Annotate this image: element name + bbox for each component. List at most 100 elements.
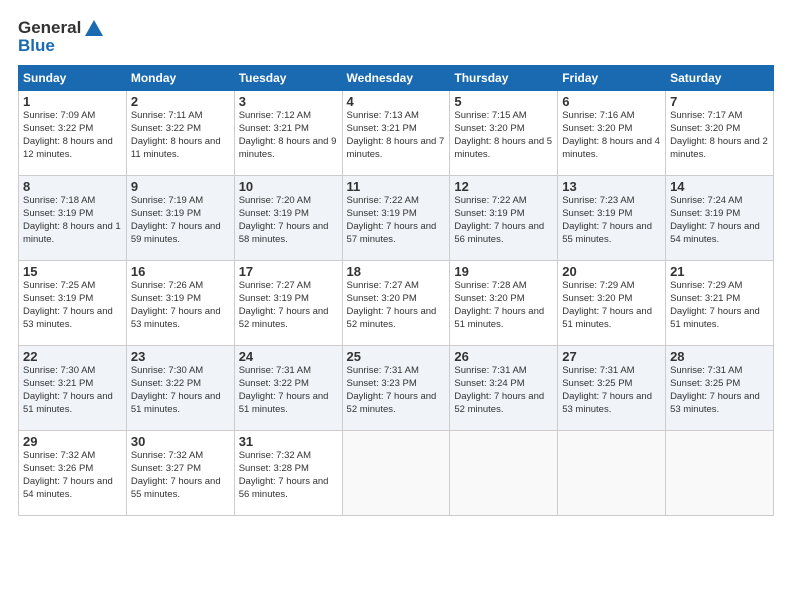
sunrise-text: Sunrise: 7:18 AM: [23, 195, 95, 206]
sunset-text: Sunset: 3:19 PM: [239, 208, 309, 219]
day-number: 27: [562, 349, 661, 364]
day-info: Sunrise: 7:20 AM Sunset: 3:19 PM Dayligh…: [239, 195, 338, 246]
sunrise-text: Sunrise: 7:19 AM: [131, 195, 203, 206]
day-info: Sunrise: 7:31 AM Sunset: 3:24 PM Dayligh…: [454, 365, 553, 416]
day-number: 26: [454, 349, 553, 364]
day-info: Sunrise: 7:12 AM Sunset: 3:21 PM Dayligh…: [239, 110, 338, 161]
day-info: Sunrise: 7:31 AM Sunset: 3:23 PM Dayligh…: [347, 365, 446, 416]
daylight-text: Daylight: 7 hours and 58 minutes.: [239, 221, 329, 245]
day-info: Sunrise: 7:15 AM Sunset: 3:20 PM Dayligh…: [454, 110, 553, 161]
col-tuesday: Tuesday: [234, 66, 342, 91]
table-row: [342, 431, 450, 516]
daylight-text: Daylight: 7 hours and 51 minutes.: [454, 306, 544, 330]
table-row: [450, 431, 558, 516]
sunrise-text: Sunrise: 7:31 AM: [239, 365, 311, 376]
daylight-text: Daylight: 7 hours and 52 minutes.: [347, 391, 437, 415]
sunset-text: Sunset: 3:21 PM: [239, 123, 309, 134]
day-number: 20: [562, 264, 661, 279]
sunrise-text: Sunrise: 7:31 AM: [670, 365, 742, 376]
sunset-text: Sunset: 3:19 PM: [23, 208, 93, 219]
sunset-text: Sunset: 3:19 PM: [239, 293, 309, 304]
sunrise-text: Sunrise: 7:16 AM: [562, 110, 634, 121]
day-info: Sunrise: 7:19 AM Sunset: 3:19 PM Dayligh…: [131, 195, 230, 246]
sunrise-text: Sunrise: 7:11 AM: [131, 110, 203, 121]
table-row: [558, 431, 666, 516]
daylight-text: Daylight: 7 hours and 52 minutes.: [454, 391, 544, 415]
calendar-week-row: 8 Sunrise: 7:18 AM Sunset: 3:19 PM Dayli…: [19, 176, 774, 261]
logo-blue: Blue: [18, 36, 104, 56]
day-number: 11: [347, 179, 446, 194]
sunrise-text: Sunrise: 7:30 AM: [131, 365, 203, 376]
day-number: 19: [454, 264, 553, 279]
sunset-text: Sunset: 3:28 PM: [239, 463, 309, 474]
daylight-text: Daylight: 7 hours and 53 minutes.: [23, 306, 113, 330]
calendar-header-row: Sunday Monday Tuesday Wednesday Thursday…: [19, 66, 774, 91]
sunrise-text: Sunrise: 7:27 AM: [347, 280, 419, 291]
sunset-text: Sunset: 3:24 PM: [454, 378, 524, 389]
table-row: 28 Sunrise: 7:31 AM Sunset: 3:25 PM Dayl…: [666, 346, 774, 431]
sunrise-text: Sunrise: 7:20 AM: [239, 195, 311, 206]
day-info: Sunrise: 7:27 AM Sunset: 3:19 PM Dayligh…: [239, 280, 338, 331]
table-row: 14 Sunrise: 7:24 AM Sunset: 3:19 PM Dayl…: [666, 176, 774, 261]
sunrise-text: Sunrise: 7:31 AM: [562, 365, 634, 376]
daylight-text: Daylight: 8 hours and 12 minutes.: [23, 136, 113, 160]
table-row: 4 Sunrise: 7:13 AM Sunset: 3:21 PM Dayli…: [342, 91, 450, 176]
table-row: 1 Sunrise: 7:09 AM Sunset: 3:22 PM Dayli…: [19, 91, 127, 176]
day-number: 23: [131, 349, 230, 364]
day-number: 16: [131, 264, 230, 279]
sunset-text: Sunset: 3:20 PM: [454, 123, 524, 134]
sunset-text: Sunset: 3:19 PM: [454, 208, 524, 219]
day-info: Sunrise: 7:16 AM Sunset: 3:20 PM Dayligh…: [562, 110, 661, 161]
sunset-text: Sunset: 3:26 PM: [23, 463, 93, 474]
day-number: 31: [239, 434, 338, 449]
day-number: 6: [562, 94, 661, 109]
daylight-text: Daylight: 7 hours and 56 minutes.: [454, 221, 544, 245]
day-number: 25: [347, 349, 446, 364]
day-info: Sunrise: 7:32 AM Sunset: 3:27 PM Dayligh…: [131, 450, 230, 501]
daylight-text: Daylight: 7 hours and 55 minutes.: [562, 221, 652, 245]
calendar-table: Sunday Monday Tuesday Wednesday Thursday…: [18, 65, 774, 516]
table-row: 18 Sunrise: 7:27 AM Sunset: 3:20 PM Dayl…: [342, 261, 450, 346]
sunset-text: Sunset: 3:21 PM: [23, 378, 93, 389]
sunset-text: Sunset: 3:19 PM: [23, 293, 93, 304]
sunset-text: Sunset: 3:19 PM: [131, 293, 201, 304]
col-wednesday: Wednesday: [342, 66, 450, 91]
col-friday: Friday: [558, 66, 666, 91]
daylight-text: Daylight: 8 hours and 5 minutes.: [454, 136, 552, 160]
day-info: Sunrise: 7:31 AM Sunset: 3:25 PM Dayligh…: [670, 365, 769, 416]
sunrise-text: Sunrise: 7:17 AM: [670, 110, 742, 121]
daylight-text: Daylight: 7 hours and 54 minutes.: [670, 221, 760, 245]
table-row: 23 Sunrise: 7:30 AM Sunset: 3:22 PM Dayl…: [126, 346, 234, 431]
table-row: 19 Sunrise: 7:28 AM Sunset: 3:20 PM Dayl…: [450, 261, 558, 346]
day-info: Sunrise: 7:22 AM Sunset: 3:19 PM Dayligh…: [454, 195, 553, 246]
table-row: 16 Sunrise: 7:26 AM Sunset: 3:19 PM Dayl…: [126, 261, 234, 346]
day-info: Sunrise: 7:29 AM Sunset: 3:20 PM Dayligh…: [562, 280, 661, 331]
col-monday: Monday: [126, 66, 234, 91]
table-row: 10 Sunrise: 7:20 AM Sunset: 3:19 PM Dayl…: [234, 176, 342, 261]
day-number: 1: [23, 94, 122, 109]
daylight-text: Daylight: 7 hours and 51 minutes.: [23, 391, 113, 415]
col-sunday: Sunday: [19, 66, 127, 91]
day-info: Sunrise: 7:32 AM Sunset: 3:28 PM Dayligh…: [239, 450, 338, 501]
sunrise-text: Sunrise: 7:23 AM: [562, 195, 634, 206]
table-row: 29 Sunrise: 7:32 AM Sunset: 3:26 PM Dayl…: [19, 431, 127, 516]
day-number: 30: [131, 434, 230, 449]
daylight-text: Daylight: 7 hours and 53 minutes.: [131, 306, 221, 330]
table-row: [666, 431, 774, 516]
sunrise-text: Sunrise: 7:24 AM: [670, 195, 742, 206]
sunset-text: Sunset: 3:20 PM: [347, 293, 417, 304]
table-row: 5 Sunrise: 7:15 AM Sunset: 3:20 PM Dayli…: [450, 91, 558, 176]
table-row: 22 Sunrise: 7:30 AM Sunset: 3:21 PM Dayl…: [19, 346, 127, 431]
sunset-text: Sunset: 3:21 PM: [670, 293, 740, 304]
day-info: Sunrise: 7:31 AM Sunset: 3:22 PM Dayligh…: [239, 365, 338, 416]
sunrise-text: Sunrise: 7:31 AM: [454, 365, 526, 376]
logo-arrow-icon: [84, 19, 104, 37]
sunset-text: Sunset: 3:22 PM: [131, 123, 201, 134]
daylight-text: Daylight: 8 hours and 4 minutes.: [562, 136, 660, 160]
day-info: Sunrise: 7:30 AM Sunset: 3:22 PM Dayligh…: [131, 365, 230, 416]
day-info: Sunrise: 7:23 AM Sunset: 3:19 PM Dayligh…: [562, 195, 661, 246]
table-row: 2 Sunrise: 7:11 AM Sunset: 3:22 PM Dayli…: [126, 91, 234, 176]
sunrise-text: Sunrise: 7:12 AM: [239, 110, 311, 121]
table-row: 30 Sunrise: 7:32 AM Sunset: 3:27 PM Dayl…: [126, 431, 234, 516]
day-number: 12: [454, 179, 553, 194]
